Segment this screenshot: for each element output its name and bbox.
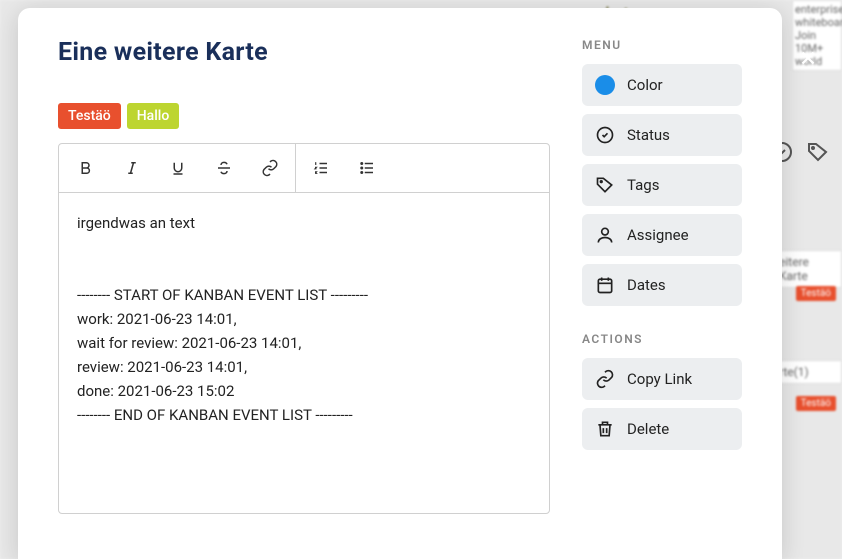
bg-card: eitere Karte [774, 250, 842, 288]
tag-item[interactable]: Testäö [58, 103, 121, 129]
color-swatch-icon [595, 75, 615, 95]
ordered-list-icon [312, 159, 330, 177]
strikethrough-icon [215, 159, 233, 177]
user-icon [595, 225, 615, 245]
ordered-list-button[interactable] [298, 144, 344, 192]
menu-label: Color [627, 76, 663, 94]
editor-toolbar [59, 144, 549, 193]
calendar-icon [595, 275, 615, 295]
dates-menu-button[interactable]: Dates [582, 264, 742, 306]
link-icon [261, 159, 279, 177]
menu-label: Copy Link [627, 370, 692, 388]
menu-label: Tags [627, 176, 659, 194]
bullet-list-button[interactable] [344, 144, 390, 192]
bullet-list-icon [358, 159, 376, 177]
tag-icon [595, 175, 615, 195]
color-menu-button[interactable]: Color [582, 64, 742, 106]
actions-heading: ACTIONS [582, 332, 742, 346]
editor-body[interactable]: irgendwas an text -------- START OF KANB… [59, 193, 549, 513]
bg-tag: Testäö [796, 396, 836, 411]
bold-button[interactable] [63, 144, 109, 192]
bg-card: rte(1) [774, 360, 842, 384]
link-icon [595, 369, 615, 389]
close-button[interactable] [794, 44, 822, 72]
status-icon [595, 125, 615, 145]
copy-link-button[interactable]: Copy Link [582, 358, 742, 400]
bold-icon [77, 159, 95, 177]
main-column: Eine weitere Karte Testäö Hallo [58, 38, 550, 559]
tag-item[interactable]: Hallo [127, 103, 180, 129]
status-menu-button[interactable]: Status [582, 114, 742, 156]
tag-icon [806, 140, 830, 164]
menu-heading: MENU [582, 38, 742, 52]
bg-tag: Testäö [796, 286, 836, 301]
menu-label: Status [627, 126, 670, 144]
bg-text: enterprise [795, 3, 839, 16]
menu-label: Delete [627, 420, 669, 438]
delete-button[interactable]: Delete [582, 408, 742, 450]
card-modal: Eine weitere Karte Testäö Hallo [18, 8, 782, 559]
italic-button[interactable] [109, 144, 155, 192]
trash-icon [595, 419, 615, 439]
editor: irgendwas an text -------- START OF KANB… [58, 143, 550, 514]
underline-icon [169, 159, 187, 177]
close-icon [797, 47, 819, 69]
menu-label: Assignee [627, 226, 689, 244]
strikethrough-button[interactable] [201, 144, 247, 192]
tags-row: Testäö Hallo [58, 103, 550, 129]
tags-menu-button[interactable]: Tags [582, 164, 742, 206]
underline-button[interactable] [155, 144, 201, 192]
toolbar-separator [295, 144, 296, 192]
menu-label: Dates [627, 276, 666, 294]
assignee-menu-button[interactable]: Assignee [582, 214, 742, 256]
side-column: MENU Color Status Tags Assignee Dates AC… [582, 38, 742, 559]
link-button[interactable] [247, 144, 293, 192]
bg-text: whiteboard [795, 16, 839, 29]
italic-icon [123, 159, 141, 177]
card-title[interactable]: Eine weitere Karte [58, 38, 550, 67]
